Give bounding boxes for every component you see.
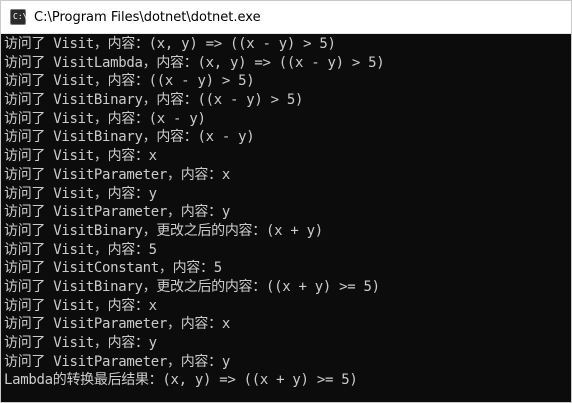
console-line: 访问了 Visit，内容：5 xyxy=(4,241,157,258)
console-line: 访问了 Visit，内容：(x, y) => ((x - y) > 5) xyxy=(4,36,336,52)
console-line: 访问了 VisitParameter，内容：x xyxy=(4,316,230,333)
console-line: 访问了 VisitBinary，更改之后的内容：(x + y) xyxy=(4,222,323,239)
console-line: 访问了 VisitBinary，内容：((x - y) > 5) xyxy=(4,92,304,109)
console-line: 访问了 Visit，内容：((x - y) > 5) xyxy=(4,73,255,90)
console-line: 访问了 Visit，内容：x xyxy=(4,148,157,165)
console-line: 访问了 VisitParameter，内容：y xyxy=(4,353,230,370)
console-line: 访问了 VisitBinary，内容：(x - y) xyxy=(4,129,255,146)
console-line: 访问了 VisitLambda，内容：(x, y) => ((x - y) > … xyxy=(4,54,385,71)
console-window: C:\ C:\Program Files\dotnet\dotnet.exe 访… xyxy=(0,0,572,403)
console-output[interactable]: 访问了 Visit，内容：(x, y) => ((x - y) > 5) 访问了… xyxy=(1,35,571,402)
console-line: 访问了 VisitBinary，更改之后的内容：((x + y) >= 5) xyxy=(4,278,380,295)
console-app-icon-label: C:\ xyxy=(13,12,28,21)
console-line: 访问了 VisitParameter，内容：x xyxy=(4,166,230,183)
window-title: C:\Program Files\dotnet\dotnet.exe xyxy=(34,9,261,25)
console-line: 访问了 VisitParameter，内容：y xyxy=(4,204,230,221)
console-app-icon[interactable]: C:\ xyxy=(10,9,28,25)
console-line: 访问了 Visit，内容：(x - y) xyxy=(4,110,206,127)
console-line: 访问了 VisitConstant，内容：5 xyxy=(4,260,222,277)
console-line: Lambda的转换最后结果：(x, y) => ((x + y) >= 5) xyxy=(4,372,358,389)
console-line: 访问了 Visit，内容：y xyxy=(4,185,157,202)
title-bar[interactable]: C:\ C:\Program Files\dotnet\dotnet.exe xyxy=(1,1,571,34)
console-line: 访问了 Visit，内容：y xyxy=(4,335,157,351)
console-line: 访问了 Visit，内容：x xyxy=(4,297,157,314)
